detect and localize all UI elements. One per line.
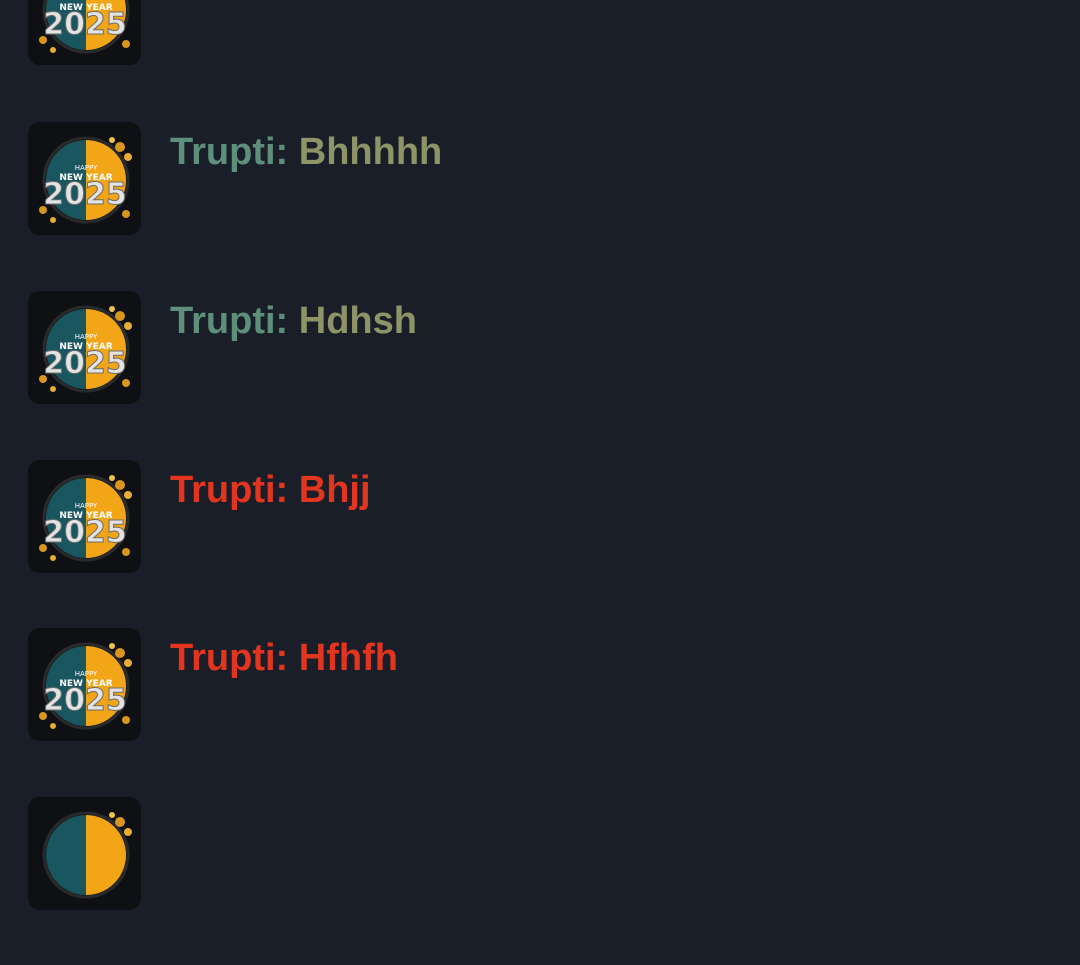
chat-thumbnail[interactable]: HAPPY NEW YEAR 2025	[28, 0, 141, 65]
message-text: Hfhfh	[298, 637, 398, 679]
svg-text:2025: 2025	[43, 515, 127, 550]
chat-preview: Trupti: Hdhsh	[170, 299, 417, 343]
svg-text:HAPPY: HAPPY	[75, 0, 98, 2]
svg-text:2025: 2025	[43, 683, 127, 718]
svg-text:HAPPY: HAPPY	[75, 333, 98, 341]
chat-preview: Trupti: Bhjj	[170, 468, 371, 512]
chat-preview: Trupti: Hfhfh	[170, 636, 398, 680]
chat-row[interactable]: HAPPY NEW YEAR 2025 Trupti: Hfhfh	[0, 628, 1080, 796]
chat-row[interactable]	[0, 797, 1080, 965]
chat-list: HAPPY NEW YEAR 2025 HAPPY	[0, 0, 1080, 910]
svg-text:2025: 2025	[43, 177, 127, 212]
chat-row[interactable]: HAPPY NEW YEAR 2025 Trupti: Hdhsh	[0, 291, 1080, 459]
new-year-2025-image	[28, 797, 141, 910]
message-text: Bhjj	[298, 469, 371, 511]
chat-thumbnail[interactable]	[28, 797, 141, 910]
chat-thumbnail[interactable]: HAPPY NEW YEAR 2025	[28, 291, 141, 404]
new-year-2025-image: HAPPY NEW YEAR 2025	[28, 122, 141, 235]
chat-row[interactable]: HAPPY NEW YEAR 2025	[0, 0, 1080, 120]
sender-name: Trupti:	[170, 637, 289, 679]
sender-name: Trupti:	[170, 300, 289, 342]
svg-text:2025: 2025	[43, 7, 127, 42]
new-year-2025-image: HAPPY NEW YEAR 2025	[28, 628, 141, 741]
chat-thumbnail[interactable]: HAPPY NEW YEAR 2025	[28, 628, 141, 741]
sender-name: Trupti:	[170, 131, 289, 173]
chat-row[interactable]: HAPPY NEW YEAR 2025 Trupti: Bhhhhh	[0, 122, 1080, 290]
svg-text:HAPPY: HAPPY	[75, 670, 98, 678]
message-text: Hdhsh	[298, 300, 417, 342]
sender-name: Trupti:	[170, 469, 289, 511]
new-year-2025-image: HAPPY NEW YEAR 2025	[28, 0, 141, 65]
chat-preview: Trupti: Bhhhhh	[170, 130, 442, 174]
svg-text:2025: 2025	[43, 346, 127, 381]
svg-text:HAPPY: HAPPY	[75, 164, 98, 172]
svg-text:HAPPY: HAPPY	[75, 502, 98, 510]
new-year-2025-image: HAPPY NEW YEAR 2025	[28, 291, 141, 404]
chat-thumbnail[interactable]: HAPPY NEW YEAR 2025	[28, 122, 141, 235]
message-text: Bhhhhh	[298, 131, 443, 173]
chat-thumbnail[interactable]: HAPPY NEW YEAR 2025	[28, 460, 141, 573]
new-year-2025-image: HAPPY NEW YEAR 2025	[28, 460, 141, 573]
chat-row[interactable]: HAPPY NEW YEAR 2025 Trupti: Bhjj	[0, 460, 1080, 628]
